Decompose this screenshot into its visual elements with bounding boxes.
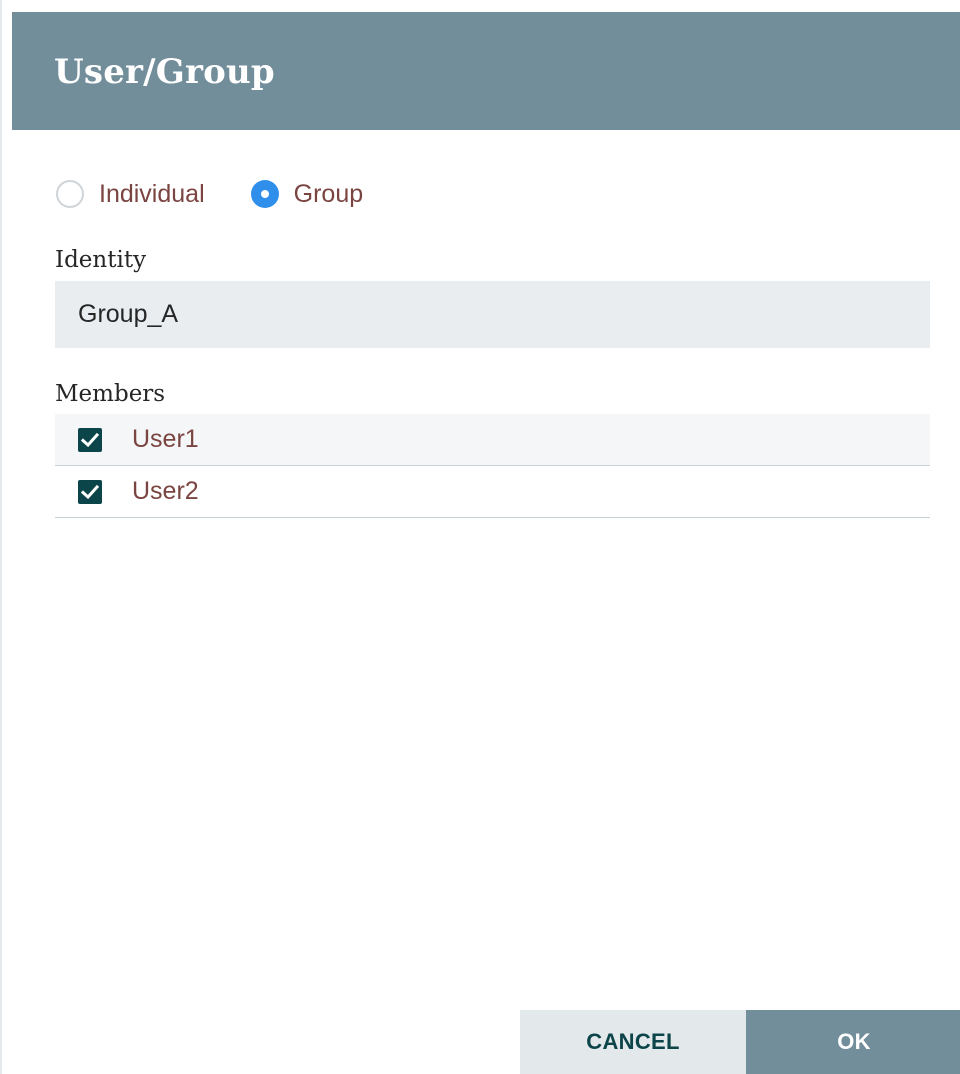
radio-group[interactable] — [250, 180, 279, 208]
cancel-button[interactable]: CANCEL — [520, 1010, 746, 1074]
member-label: User1 — [132, 425, 199, 453]
radio-label-group: Group — [293, 179, 364, 208]
dialog-title: User/Group — [54, 52, 275, 92]
member-row-user2[interactable]: User2 — [55, 466, 930, 518]
checkmark-icon — [81, 432, 99, 447]
type-radio-group: Individual Group — [56, 176, 409, 212]
members-label: Members — [55, 381, 166, 407]
radio-option-group[interactable]: Group — [250, 179, 364, 209]
members-list: User1 User2 — [55, 414, 930, 518]
identity-input[interactable] — [55, 281, 930, 348]
radio-label-individual: Individual — [99, 179, 205, 208]
member-checkbox-user1[interactable] — [78, 427, 102, 452]
checkmark-icon — [81, 484, 99, 499]
ok-button[interactable]: OK — [746, 1010, 960, 1074]
identity-label: Identity — [55, 247, 147, 273]
radio-individual[interactable] — [56, 180, 84, 208]
dialog-header: User/Group — [12, 12, 960, 130]
member-label: User2 — [132, 477, 199, 505]
radio-option-individual[interactable]: Individual — [56, 180, 205, 209]
member-row-user1[interactable]: User1 — [55, 414, 930, 466]
member-checkbox-user2[interactable] — [78, 479, 102, 504]
user-group-dialog: User/Group Individual Group Identity Mem… — [0, 0, 960, 1074]
